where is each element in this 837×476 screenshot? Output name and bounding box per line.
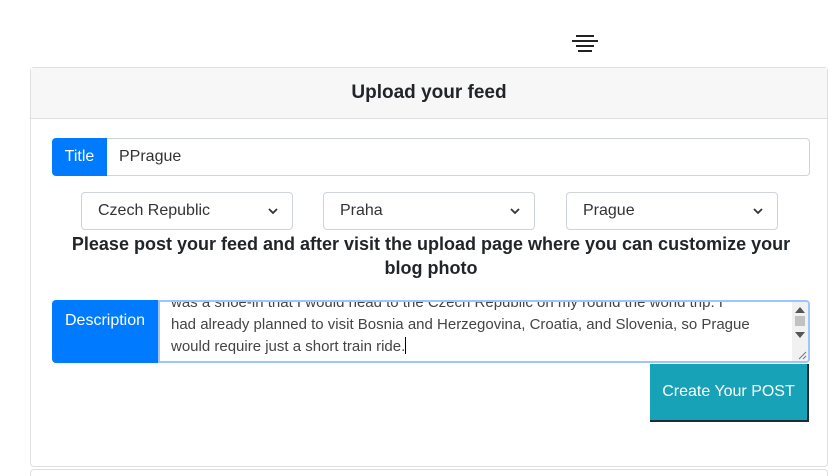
scroll-thumb[interactable] bbox=[795, 316, 805, 326]
description-label: Description bbox=[52, 300, 158, 363]
text-caret bbox=[405, 337, 407, 354]
description-textarea[interactable]: was a shoe-in that I would head to the C… bbox=[158, 300, 810, 363]
chevron-down-icon bbox=[753, 208, 763, 215]
description-line: had already planned to visit Bosnia and … bbox=[171, 316, 750, 333]
next-card-edge bbox=[30, 469, 828, 476]
instruction-text: Please post your feed and after visit th… bbox=[71, 234, 791, 278]
title-input-group: Title bbox=[52, 138, 810, 176]
hamburger-menu-icon[interactable] bbox=[572, 34, 598, 52]
title-input[interactable] bbox=[107, 138, 810, 176]
city-select[interactable]: Prague bbox=[566, 192, 778, 230]
description-input-group: Description was a shoe-in that I would h… bbox=[52, 300, 810, 363]
scroll-down-arrow-icon[interactable] bbox=[795, 332, 805, 338]
country-select[interactable]: Czech Republic bbox=[81, 192, 293, 230]
card-title: Upload your feed bbox=[351, 82, 507, 103]
description-line: was a shoe-in that I would head to the C… bbox=[171, 300, 723, 311]
chevron-down-icon bbox=[510, 208, 520, 215]
create-post-button[interactable]: Create Your POST bbox=[650, 364, 809, 422]
region-select[interactable]: Praha bbox=[323, 192, 535, 230]
description-text: was a shoe-in that I would head to the C… bbox=[171, 300, 786, 358]
description-line: would require just a short train ride. bbox=[171, 337, 407, 355]
scroll-up-arrow-icon[interactable] bbox=[795, 307, 805, 313]
country-selected-value: Czech Republic bbox=[98, 202, 211, 219]
city-selected-value: Prague bbox=[583, 202, 635, 219]
title-label: Title bbox=[52, 138, 107, 176]
chevron-down-icon bbox=[268, 208, 278, 215]
resize-handle-icon[interactable] bbox=[798, 351, 807, 360]
card-header: Upload your feed bbox=[31, 68, 827, 119]
upload-feed-card: Upload your feed Title Czech Republic Pr… bbox=[30, 67, 828, 467]
region-selected-value: Praha bbox=[340, 202, 383, 219]
